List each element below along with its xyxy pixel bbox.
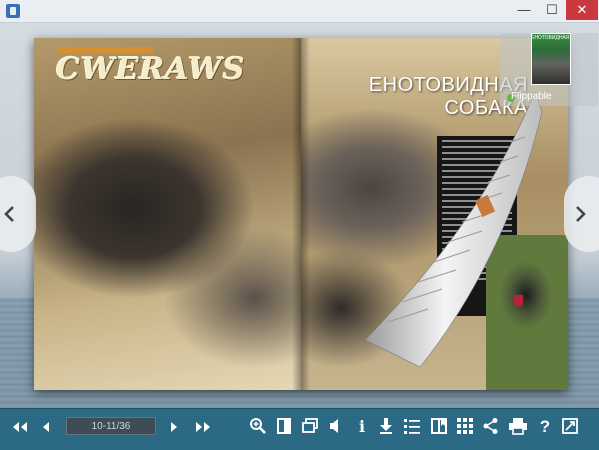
speaker-icon[interactable] <box>328 417 342 435</box>
right-arrow-icon[interactable] <box>167 419 181 435</box>
page-curl[interactable] <box>360 82 560 382</box>
help-icon[interactable]: ? <box>535 417 555 437</box>
info-icon[interactable]: i <box>352 417 372 437</box>
bookmark-icon[interactable] <box>430 417 448 435</box>
print-icon[interactable] <box>508 417 528 435</box>
download-icon[interactable] <box>378 417 394 435</box>
double-left-arrow-icon[interactable] <box>10 419 30 435</box>
close-button[interactable]: ✕ <box>566 0 598 20</box>
corner-thumbnail-label: ЕНОТОВИДНАЯ <box>531 35 570 41</box>
book-gutter <box>292 38 310 390</box>
previous-page-arrow[interactable] <box>0 176 36 252</box>
share-icon[interactable] <box>482 417 500 435</box>
expand-icon[interactable] <box>561 417 579 435</box>
chevron-left-icon <box>4 206 14 222</box>
brand-label[interactable]: Flippable <box>511 91 552 105</box>
next-page-arrow[interactable] <box>564 176 599 252</box>
double-right-arrow-icon[interactable] <box>193 419 213 435</box>
list-icon[interactable] <box>403 417 421 435</box>
left-page[interactable] <box>34 38 301 390</box>
left-arrow-icon[interactable] <box>39 419 53 435</box>
window-icon[interactable] <box>301 417 319 435</box>
magazine-logo: CWERAWS <box>56 52 246 87</box>
single-page-icon[interactable] <box>276 417 292 435</box>
zoom-icon[interactable] <box>249 417 267 435</box>
title-bar: — ☐ ✕ <box>0 0 599 23</box>
app-icon <box>6 4 20 18</box>
chevron-right-icon <box>576 206 586 222</box>
grid-icon[interactable] <box>456 417 474 435</box>
maximize-button[interactable]: ☐ <box>538 0 566 20</box>
minimize-button[interactable]: — <box>510 0 538 20</box>
page-number-field[interactable]: 10-11/36 <box>66 417 156 435</box>
